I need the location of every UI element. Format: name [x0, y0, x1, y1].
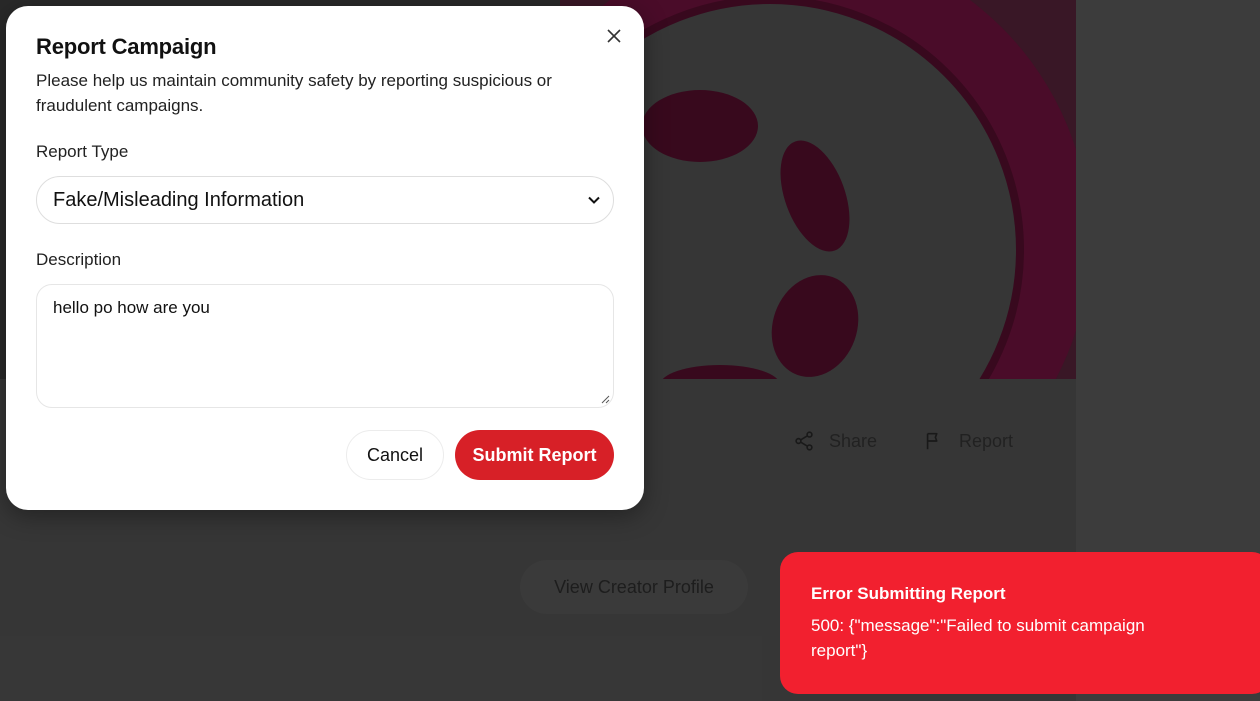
- resize-grip-icon[interactable]: [600, 394, 610, 404]
- cancel-button[interactable]: Cancel: [346, 430, 444, 480]
- report-type-select[interactable]: Fake/Misleading Information: [36, 176, 614, 224]
- toast-title: Error Submitting Report: [811, 584, 1006, 603]
- description-textarea[interactable]: hello po how are you: [36, 284, 614, 408]
- dialog-title: Report Campaign: [36, 34, 217, 59]
- chevron-down-icon: [588, 196, 600, 204]
- close-button[interactable]: [604, 26, 624, 46]
- report-campaign-dialog: Report Campaign Please help us maintain …: [6, 6, 644, 510]
- close-icon: [607, 29, 621, 43]
- submit-report-button[interactable]: Submit Report: [455, 430, 614, 480]
- error-toast[interactable]: Error Submitting Report 500: {"message":…: [780, 552, 1260, 694]
- report-type-label: Report Type: [36, 142, 129, 161]
- toast-message: 500: {"message":"Failed to submit campai…: [811, 616, 1145, 660]
- dialog-description: Please help us maintain community safety…: [36, 71, 552, 115]
- description-label: Description: [36, 250, 122, 269]
- description-text: hello po how are you: [53, 298, 210, 317]
- report-type-selected-value: Fake/Misleading Information: [53, 188, 305, 211]
